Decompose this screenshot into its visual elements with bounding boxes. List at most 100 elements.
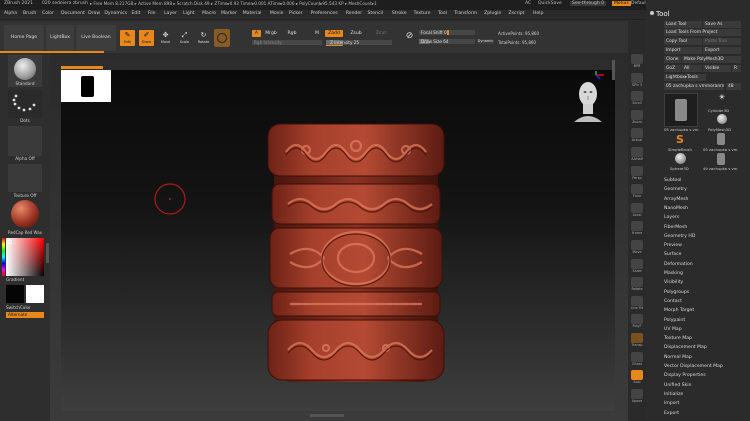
shelf-scroll-button[interactable] xyxy=(631,91,643,102)
menu-preferences[interactable]: Preferences xyxy=(311,11,338,16)
export-button[interactable]: Export xyxy=(703,47,741,54)
section-geometry-hd[interactable]: Geometry HD xyxy=(664,234,695,239)
rotate-button[interactable]: ↻ Rotate xyxy=(196,30,211,46)
paste-tool-button[interactable]: Paste Tool xyxy=(703,38,741,45)
visible-button[interactable]: Visible xyxy=(703,65,731,72)
tool-thumb-third[interactable] xyxy=(710,153,732,167)
menu-zscript[interactable]: Zscript xyxy=(509,11,525,16)
all-button[interactable]: All xyxy=(682,65,702,72)
sculpted-model[interactable] xyxy=(266,122,446,387)
draw-button[interactable]: ✐ Draw xyxy=(139,30,154,46)
menu-movie[interactable]: Movie xyxy=(270,11,284,16)
shelf-xpose-button[interactable] xyxy=(631,388,643,399)
alternate-button[interactable]: Alternate xyxy=(6,312,44,318)
section-nanomesh[interactable]: NanoMesh xyxy=(664,206,688,211)
shelf-floor-button[interactable] xyxy=(631,184,643,195)
focal-shift-slider[interactable]: Focal Shift 0 xyxy=(419,30,475,35)
left-tray-handle[interactable] xyxy=(46,243,49,263)
rgb-intensity-slider[interactable]: Rgb Intensity xyxy=(252,40,322,45)
menu-texture[interactable]: Texture xyxy=(414,11,431,16)
section-fibermesh[interactable]: FiberMesh xyxy=(664,225,687,230)
shelf-polyf-button[interactable] xyxy=(631,314,643,325)
section-import[interactable]: Import xyxy=(664,401,679,406)
section-normal-map[interactable]: Normal Map xyxy=(664,355,692,360)
section-uv-map[interactable]: UV Map xyxy=(664,327,682,332)
document-canvas[interactable] xyxy=(61,70,615,411)
shelf-solo-button[interactable] xyxy=(631,370,643,381)
make-polymesh3d-button[interactable]: Make PolyMesh3D xyxy=(682,56,741,63)
primary-color-swatch[interactable] xyxy=(26,285,44,303)
section-texture-map[interactable]: Texture Map xyxy=(664,336,692,341)
section-preview[interactable]: Preview xyxy=(664,243,682,248)
r-button[interactable]: R xyxy=(732,65,741,72)
menu-edit[interactable]: Edit xyxy=(132,11,141,16)
menu-stroke[interactable]: Stroke xyxy=(392,11,407,16)
section-surface[interactable]: Surface xyxy=(664,252,682,257)
import-button[interactable]: Import xyxy=(664,47,702,54)
shelf-rotate-button[interactable] xyxy=(631,277,643,288)
section-initialize[interactable]: Initialize xyxy=(664,392,683,397)
section-contact[interactable]: Contact xyxy=(664,299,682,304)
menu-draw[interactable]: Draw xyxy=(88,11,100,16)
rgb-button[interactable]: Rgb xyxy=(285,30,299,37)
menu-color[interactable]: Color xyxy=(42,11,54,16)
shelf-scale-button[interactable] xyxy=(631,258,643,269)
material-button[interactable] xyxy=(8,199,42,229)
right-tray-handle[interactable] xyxy=(612,60,615,80)
section-polypaint[interactable]: Polypaint xyxy=(664,318,685,323)
section-polygroups[interactable]: Polygroups xyxy=(664,290,689,295)
section-visibility[interactable]: Visibility xyxy=(664,280,683,285)
scale-button[interactable]: ⤢ Scale xyxy=(177,30,192,46)
a-button[interactable]: A xyxy=(252,30,261,37)
shelf-zoom-button[interactable] xyxy=(631,109,643,120)
menu-document[interactable]: Document xyxy=(61,11,85,16)
tool-thumb-polymesh[interactable] xyxy=(708,114,736,128)
goz-button[interactable]: GoZ xyxy=(664,65,681,72)
home-page-button[interactable]: Home Page xyxy=(4,25,44,51)
dynamic-button[interactable]: Dynamic xyxy=(477,39,494,44)
zadd-button[interactable]: Zadd xyxy=(325,30,343,37)
tool-thumb-current[interactable] xyxy=(664,93,698,127)
hue-strip[interactable] xyxy=(2,238,5,276)
menu-macro[interactable]: Macro xyxy=(202,11,216,16)
ac-button[interactable]: AC xyxy=(525,1,531,6)
section-display-properties[interactable]: Display Properties xyxy=(664,373,706,378)
current-tool-name[interactable]: 05 zachupka s vmmoranmm xyxy=(664,83,724,90)
move-button[interactable]: ✥ Move xyxy=(158,30,173,46)
section-subtool[interactable]: Subtool xyxy=(664,178,681,183)
draw-size-toggle-button[interactable]: ⊘ xyxy=(403,31,416,45)
menu-material[interactable]: Material xyxy=(243,11,262,16)
see-through-slider[interactable]: See-through 0 xyxy=(570,0,606,6)
menus-button[interactable]: Menus xyxy=(612,0,631,6)
load-tool-button[interactable]: Load Tool xyxy=(664,21,702,28)
zsub-button[interactable]: Zsub xyxy=(348,30,364,37)
texture-button[interactable] xyxy=(8,164,42,192)
quicksave-button[interactable]: QuickSave xyxy=(538,1,562,6)
section-geometry[interactable]: Geometry xyxy=(664,187,687,192)
menu-help[interactable]: Help xyxy=(533,11,543,16)
switch-color-button[interactable]: SwitchColor xyxy=(6,305,31,310)
edit-button[interactable]: ✎ Edit xyxy=(120,30,135,46)
menu-transform[interactable]: Transform xyxy=(454,11,477,16)
menu-dynamics[interactable]: Dynamics xyxy=(104,11,127,16)
menu-layer[interactable]: Layer xyxy=(164,11,177,16)
shelf-line-fill-button[interactable] xyxy=(631,295,643,306)
shelf-persp-button[interactable] xyxy=(631,165,643,176)
menu-zplugin[interactable]: Zplugin xyxy=(484,11,501,16)
shelf-actual-button[interactable] xyxy=(631,128,643,139)
menu-alpha[interactable]: Alpha xyxy=(4,11,17,16)
tool-thumb-sphere[interactable] xyxy=(670,153,690,167)
menu-stencil[interactable]: Stencil xyxy=(368,11,384,16)
copy-tool-button[interactable]: Copy Tool xyxy=(664,38,702,45)
section-layers[interactable]: Layers xyxy=(664,215,679,220)
shelf-transp-button[interactable] xyxy=(631,333,643,343)
shelf-aahalf-button[interactable] xyxy=(631,147,643,157)
menu-marker[interactable]: Marker xyxy=(221,11,237,16)
stroke-button[interactable] xyxy=(8,90,42,118)
menu-brush[interactable]: Brush xyxy=(23,11,36,16)
section-vector-displacement-map[interactable]: Vector Displacement Map xyxy=(664,364,723,369)
m-button[interactable]: M xyxy=(313,30,321,37)
section-morph-target[interactable]: Morph Target xyxy=(664,308,694,313)
bottom-tray-handle[interactable] xyxy=(310,414,344,417)
mrgb-button[interactable]: Mrgb xyxy=(262,30,280,37)
